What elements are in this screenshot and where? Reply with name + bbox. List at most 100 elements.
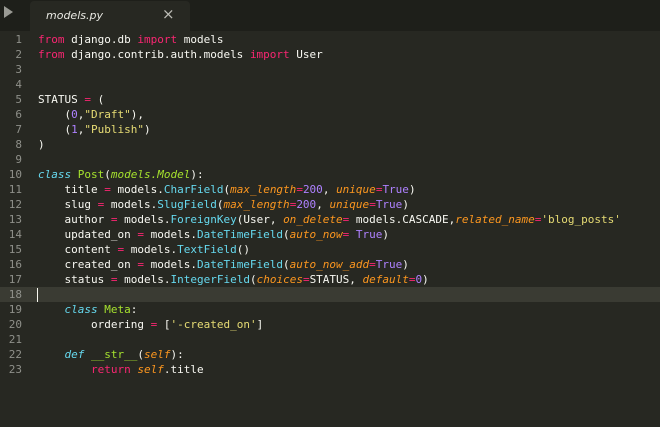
code-token: (: [283, 258, 290, 271]
code-line[interactable]: 10 class Post(models.Model):: [0, 167, 660, 182]
line-code: class Post(models.Model):: [38, 167, 204, 182]
code-line[interactable]: 18: [0, 287, 660, 302]
code-token: TextField: [177, 243, 237, 256]
code-token: (: [38, 123, 72, 136]
code-token: ): [402, 258, 409, 271]
code-line[interactable]: 7 (1,"Publish"): [0, 122, 660, 137]
line-code: content = models.TextField(): [38, 242, 250, 257]
code-line[interactable]: 11 title = models.CharField(max_length=2…: [0, 182, 660, 197]
code-token: 1: [71, 123, 78, 136]
code-token: models.: [143, 258, 197, 271]
code-line[interactable]: 20 ordering = ['-created_on']: [0, 317, 660, 332]
code-token: 0: [71, 108, 78, 121]
code-token: import: [249, 48, 290, 61]
code-token: True: [382, 183, 409, 196]
code-token: unique: [336, 183, 376, 196]
text-cursor: [37, 288, 38, 302]
code-token: import: [137, 33, 178, 46]
code-line[interactable]: 4: [0, 77, 660, 92]
code-line[interactable]: 8): [0, 137, 660, 152]
line-code: def __str__(self):: [38, 347, 184, 362]
code-token: =: [369, 198, 376, 211]
line-number: 4: [15, 78, 22, 91]
code-line[interactable]: 5 STATUS = (: [0, 92, 660, 107]
code-line[interactable]: 17 status = models.IntegerField(choices=…: [0, 272, 660, 287]
code-token: ]: [256, 318, 264, 331]
code-token: =: [408, 273, 416, 286]
line-number: 11: [8, 183, 22, 196]
code-token: models.: [143, 228, 197, 241]
code-line[interactable]: 22 def __str__(self):: [0, 347, 660, 362]
code-token: ): [402, 198, 409, 211]
code-token: ): [408, 183, 416, 196]
code-token: (): [236, 243, 250, 256]
code-token: ): [422, 273, 429, 286]
code-line[interactable]: 15 content = models.TextField(): [0, 242, 660, 257]
code-editor[interactable]: 1 from django.db import models 2 from djang…: [0, 31, 660, 427]
code-token: auto_now_add: [289, 258, 370, 271]
triangle-right-icon[interactable]: [4, 6, 13, 18]
code-token: slug: [38, 198, 98, 211]
line-number: 16: [8, 258, 22, 271]
code-token: models.: [117, 213, 171, 226]
code-token: (: [90, 93, 105, 106]
code-token: on_delete: [283, 213, 343, 226]
code-token: =: [302, 273, 310, 286]
code-token: (: [283, 228, 290, 241]
code-token: created_on: [38, 258, 138, 271]
code-token: from: [38, 48, 65, 61]
code-line[interactable]: 9: [0, 152, 660, 167]
code-token: from: [38, 33, 65, 46]
code-token: models.: [124, 243, 178, 256]
code-line[interactable]: 3: [0, 62, 660, 77]
line-code: ordering = ['-created_on']: [38, 317, 263, 332]
line-code: title = models.CharField(max_length=200,…: [38, 182, 416, 197]
line-number: 22: [8, 348, 22, 361]
code-line[interactable]: 16 created_on = models.DateTimeField(aut…: [0, 257, 660, 272]
code-token: (: [104, 168, 111, 181]
code-token: auto_now: [289, 228, 343, 241]
line-number: 5: [15, 93, 22, 106]
code-line[interactable]: 14 updated_on = models.DateTimeField(aut…: [0, 227, 660, 242]
code-line[interactable]: 1 from django.db import models: [0, 32, 660, 47]
code-line[interactable]: 2 from django.contrib.auth.models import …: [0, 47, 660, 62]
code-token: related_name: [455, 213, 535, 226]
close-icon[interactable]: ×: [162, 6, 175, 22]
code-token: ): [38, 138, 45, 151]
line-code: status = models.IntegerField(choices=STA…: [38, 272, 429, 287]
code-token: '-created_on': [170, 318, 257, 331]
line-number: 19: [8, 303, 22, 316]
code-token: True: [375, 258, 403, 271]
code-token: author: [38, 213, 111, 226]
code-token: =: [296, 183, 303, 196]
code-token: 'blog_posts': [541, 213, 621, 226]
code-token: self: [143, 348, 171, 361]
line-code: from django.db import models: [38, 32, 223, 47]
code-token: True: [355, 228, 383, 241]
code-token: (: [137, 348, 144, 361]
code-token: models.: [110, 183, 164, 196]
tab-models-py[interactable]: models.py ×: [30, 1, 190, 31]
code-line[interactable]: 12 slug = models.SlugField(max_length=20…: [0, 197, 660, 212]
code-token: django.contrib.auth.models: [64, 48, 250, 61]
code-line[interactable]: 13 author = models.ForeignKey(User, on_d…: [0, 212, 660, 227]
code-token: (: [249, 273, 257, 286]
code-line[interactable]: 21: [0, 332, 660, 347]
code-token: ): [143, 123, 151, 136]
code-token: title: [38, 183, 105, 196]
line-number: 14: [8, 228, 22, 241]
code-token: ):: [170, 348, 184, 361]
code-line[interactable]: 6 (0,"Draft"),: [0, 107, 660, 122]
code-token: User: [289, 48, 323, 61]
code-line[interactable]: 23 return self.title: [0, 362, 660, 377]
code-line[interactable]: 19 class Meta:: [0, 302, 660, 317]
line-number: 20: [8, 318, 22, 331]
line-number: 10: [8, 168, 22, 181]
code-token: models.Model: [110, 168, 191, 181]
line-number: 12: [8, 198, 22, 211]
code-token: DateTimeField: [196, 258, 284, 271]
code-token: ,: [316, 198, 330, 211]
code-token: ,: [322, 183, 337, 196]
